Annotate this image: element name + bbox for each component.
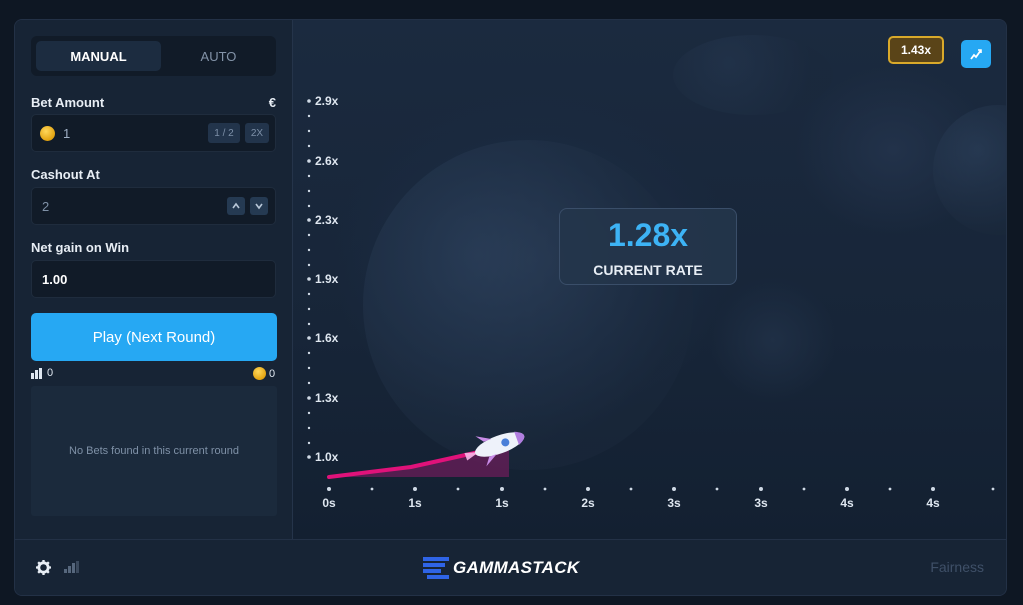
cashout-decrement-button[interactable] [250, 197, 268, 215]
chevron-down-icon [255, 203, 263, 210]
bet-amount-label-text: Bet Amount [31, 95, 105, 110]
players-icon [31, 367, 42, 379]
x-axis-tick-label: 3s [754, 496, 768, 510]
coins-count-value: 0 [269, 367, 276, 380]
double-bet-button[interactable]: 2X [245, 123, 269, 143]
chevron-up-icon [232, 202, 240, 209]
x-axis-tick-label: 4s [926, 496, 940, 510]
players-count: 0 [31, 367, 53, 379]
y-axis-tick-label: 1.9x [315, 272, 339, 286]
bet-amount-input[interactable]: 1 [63, 126, 70, 141]
coins-count: 0 [253, 367, 275, 380]
bet-panel: MANUAL AUTO Bet Amount € 1 1 / 2 2X Cash… [15, 20, 292, 539]
current-rate-panel: 1.28x CURRENT RATE [559, 208, 737, 285]
game-canvas: 1.43x 2.9x 2.6x 2.3x 1.9x 1.6x 1.3x 1.0x… [292, 20, 1006, 539]
gear-icon[interactable] [36, 560, 51, 575]
x-axis-tick-label: 0s [322, 496, 336, 510]
mode-tabs: MANUAL AUTO [31, 36, 276, 76]
empty-bets-message: No Bets found in this current round [69, 445, 239, 457]
bets-list: No Bets found in this current round [31, 386, 277, 516]
tab-manual[interactable]: MANUAL [36, 41, 161, 71]
x-axis-tick-label: 3s [667, 496, 681, 510]
y-axis-tick-label: 2.3x [315, 213, 339, 227]
game-window: MANUAL AUTO Bet Amount € 1 1 / 2 2X Cash… [14, 19, 1007, 596]
players-count-value: 0 [47, 367, 54, 379]
current-rate-value: 1.28x [607, 217, 689, 253]
cashout-input[interactable]: 2 [42, 199, 49, 214]
play-button[interactable]: Play (Next Round) [31, 313, 277, 361]
brand-logo: GAMMASTACK [423, 557, 579, 579]
y-axis-tick-label: 1.0x [315, 450, 339, 464]
cashout-increment-button[interactable] [227, 197, 245, 215]
brand-name: GAMMASTACK [453, 558, 580, 577]
y-axis-tick-label: 2.9x [315, 94, 339, 108]
bet-amount-label: Bet Amount € [31, 95, 276, 110]
y-axis-tick-label: 1.6x [315, 331, 339, 345]
gammastack-logo-icon [423, 557, 449, 579]
y-axis-tick-label: 1.3x [315, 391, 339, 405]
current-rate-label: CURRENT RATE [593, 262, 703, 278]
coin-icon [40, 126, 55, 141]
signal-icon[interactable] [64, 561, 79, 573]
cashout-label: Cashout At [31, 167, 100, 182]
footer-bar: GAMMASTACK Fairness [15, 539, 1006, 595]
currency-symbol: € [268, 95, 276, 110]
x-axis-tick-label: 2s [581, 496, 595, 510]
net-gain-value: 1.00 [42, 272, 68, 287]
net-gain-label: Net gain on Win [31, 240, 130, 255]
x-axis-tick-label: 1s [408, 496, 422, 510]
coin-icon [253, 367, 266, 380]
y-axis-tick-label: 2.6x [315, 154, 339, 168]
tab-auto[interactable]: AUTO [156, 41, 281, 71]
bet-amount-field[interactable]: 1 1 / 2 2X [31, 114, 276, 152]
cashout-field[interactable]: 2 [31, 187, 276, 225]
x-axis-tick-label: 1s [495, 496, 509, 510]
fairness-link[interactable]: Fairness [930, 559, 984, 575]
net-gain-field: 1.00 [31, 260, 276, 298]
half-bet-button[interactable]: 1 / 2 [208, 123, 240, 143]
x-axis-tick-label: 4s [840, 496, 854, 510]
